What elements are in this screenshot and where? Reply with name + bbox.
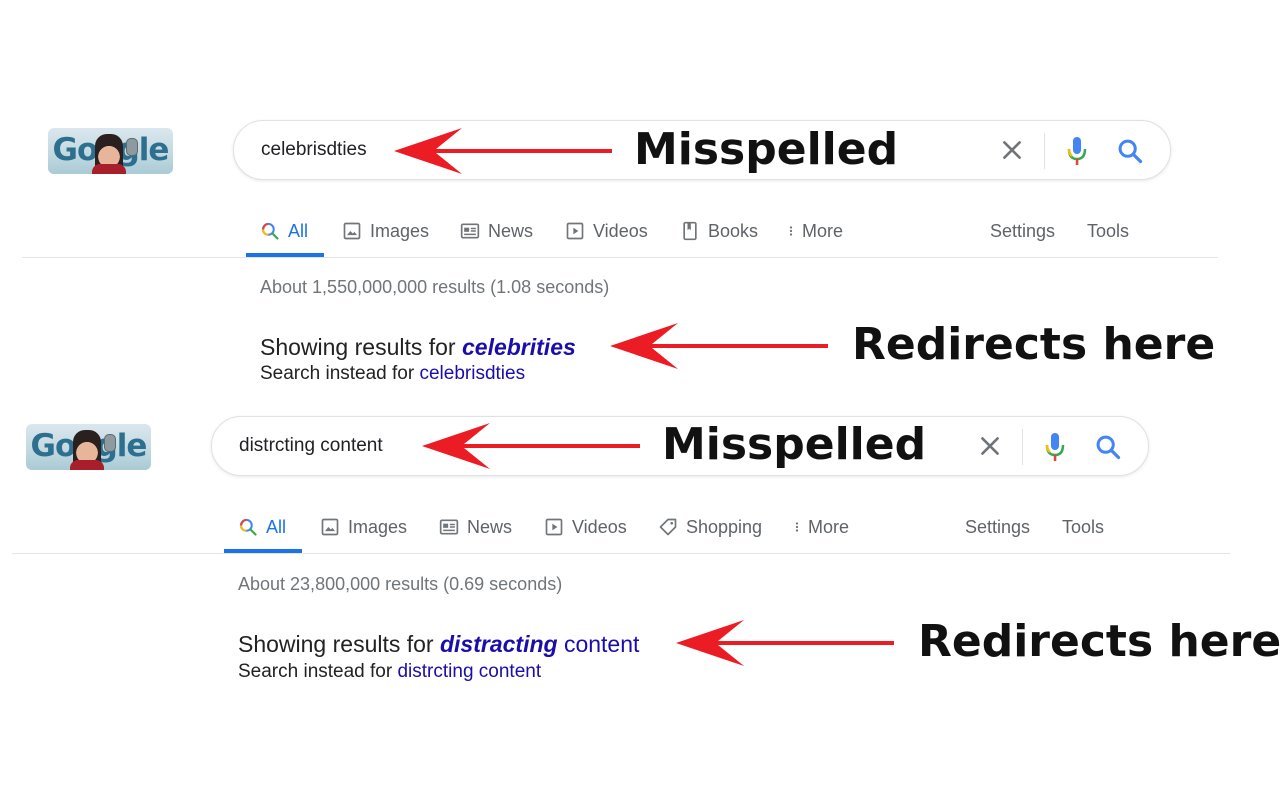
original-query-link[interactable]: distrcting content (397, 661, 541, 682)
tab-images-label: Images (370, 220, 430, 241)
showing-prefix: Showing results for (260, 334, 456, 360)
header-divider (12, 553, 1230, 554)
tab-books-label: Books (708, 220, 759, 241)
tab-shopping[interactable]: Shopping (658, 502, 762, 552)
annotation-redirects-here: Redirects here (852, 319, 1216, 370)
tab-books[interactable]: Books (680, 206, 758, 256)
search-input[interactable]: celebrisdties (261, 139, 367, 161)
video-icon (545, 518, 563, 536)
red-arrow-query (394, 128, 612, 174)
annotation-misspelled: Misspelled (662, 419, 927, 470)
tab-images[interactable]: Images (342, 206, 429, 256)
search-icon[interactable] (1116, 137, 1144, 165)
tab-news-label: News (467, 516, 513, 537)
instead-prefix: Search instead for (238, 661, 393, 682)
tab-news[interactable]: News (460, 206, 533, 256)
tab-videos[interactable]: Videos (544, 502, 627, 552)
red-arrow-query (422, 423, 640, 469)
close-icon[interactable] (999, 137, 1025, 163)
tab-all-label: All (288, 220, 309, 241)
tab-all-label: All (266, 516, 287, 537)
image-icon (321, 518, 339, 536)
annotation-redirects-here: Redirects here (918, 616, 1280, 667)
red-arrow-result (676, 620, 894, 666)
doodle-dress (92, 164, 126, 174)
tab-news[interactable]: News (439, 502, 512, 552)
tab-videos[interactable]: Videos (565, 206, 648, 256)
settings-link[interactable]: Settings (990, 206, 1055, 256)
tab-more-label: More (802, 220, 844, 241)
original-query-link[interactable]: celebrisdties (419, 363, 525, 384)
book-icon (683, 221, 697, 241)
google-doodle-logo[interactable]: Google (48, 128, 173, 174)
microphone-icon[interactable] (1065, 135, 1089, 167)
tab-all[interactable]: All (260, 206, 308, 256)
tag-icon (659, 518, 677, 536)
corrected-query-link[interactable]: celebrities (462, 334, 576, 360)
tab-shopping-label: Shopping (686, 516, 763, 537)
more-vert-icon (789, 226, 793, 236)
corrected-query-rest[interactable]: content (564, 631, 639, 657)
search-icon (239, 518, 257, 536)
search-icon[interactable] (1094, 433, 1122, 461)
news-icon (460, 223, 480, 239)
google-doodle-logo[interactable]: Google (26, 424, 151, 470)
search-divider (1044, 133, 1045, 169)
search-tabs: All Images News Videos (0, 206, 1280, 257)
tools-link[interactable]: Tools (1087, 206, 1129, 256)
tools-label: Tools (1087, 220, 1130, 241)
result-stats: About 23,800,000 results (0.69 seconds) (238, 574, 563, 594)
microphone-icon[interactable] (1043, 431, 1067, 463)
result-stats: About 1,550,000,000 results (1.08 second… (260, 277, 610, 297)
corrected-query-link[interactable]: distracting (440, 631, 558, 657)
tab-images[interactable]: Images (320, 502, 407, 552)
video-icon (566, 222, 584, 240)
close-icon[interactable] (977, 433, 1003, 459)
doodle-microphone (126, 138, 138, 156)
image-icon (343, 222, 361, 240)
tab-more[interactable]: More (784, 206, 843, 256)
tab-more[interactable]: More (790, 502, 849, 552)
tab-news-label: News (488, 220, 534, 241)
search-icon (261, 222, 279, 240)
tools-link[interactable]: Tools (1062, 502, 1104, 552)
search-result-panel-2: Google distrcting content Misspelled (0, 406, 1280, 696)
search-instead-for: Search instead for distrcting content (238, 661, 541, 683)
showing-results-for: Showing results for celebrities (260, 334, 576, 361)
tab-more-label: More (808, 516, 850, 537)
red-arrow-result (610, 323, 828, 369)
annotation-misspelled: Misspelled (634, 124, 899, 175)
tab-images-label: Images (348, 516, 408, 537)
doodle-dress (70, 460, 104, 470)
showing-prefix: Showing results for (238, 631, 434, 657)
settings-label: Settings (965, 516, 1031, 537)
settings-label: Settings (990, 220, 1056, 241)
doodle-microphone (104, 434, 116, 452)
tab-videos-label: Videos (593, 220, 648, 241)
showing-results-for: Showing results for distracting content (238, 631, 639, 658)
tab-all[interactable]: All (238, 502, 286, 552)
search-tabs: All Images News Videos (0, 502, 1280, 553)
tab-videos-label: Videos (572, 516, 627, 537)
tools-label: Tools (1062, 516, 1105, 537)
search-instead-for: Search instead for celebrisdties (260, 363, 525, 385)
header-divider (22, 257, 1218, 258)
instead-prefix: Search instead for (260, 363, 415, 384)
search-divider (1022, 429, 1023, 465)
search-result-panel-1: Google celebrisdties Misspelled (0, 110, 1280, 400)
more-vert-icon (795, 522, 799, 532)
settings-link[interactable]: Settings (965, 502, 1030, 552)
search-input[interactable]: distrcting content (239, 435, 383, 457)
news-icon (439, 519, 459, 535)
